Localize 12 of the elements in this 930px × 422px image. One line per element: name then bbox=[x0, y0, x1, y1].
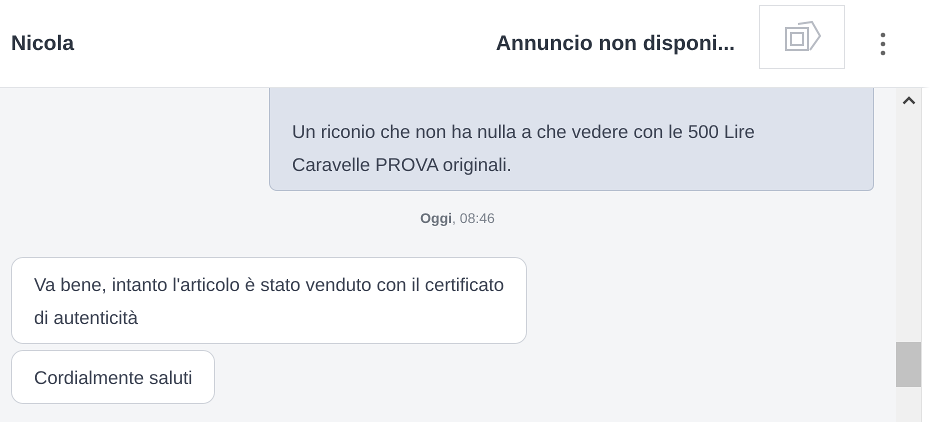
scroll-up-icon[interactable] bbox=[902, 96, 916, 105]
received-message: Cordialmente saluti bbox=[11, 350, 216, 404]
scrollbar[interactable] bbox=[896, 88, 922, 422]
message-timestamp: Oggi, 08:46 bbox=[419, 210, 495, 226]
more-options-icon[interactable] bbox=[880, 32, 886, 56]
contact-name: Nicola bbox=[11, 32, 74, 56]
listing-title[interactable]: Annuncio non disponi... bbox=[496, 32, 735, 56]
scroll-thumb[interactable] bbox=[896, 342, 921, 387]
photos-icon bbox=[782, 20, 822, 54]
listing-thumbnail[interactable] bbox=[759, 4, 845, 68]
received-message: Va bene, intanto l'articolo è stato venduto con il certificato di autenticità bbox=[11, 257, 528, 344]
sent-message: Un riconio che non ha nulla a che vedere con le 500 Lire Caravelle PROVA originali. bbox=[269, 88, 874, 191]
